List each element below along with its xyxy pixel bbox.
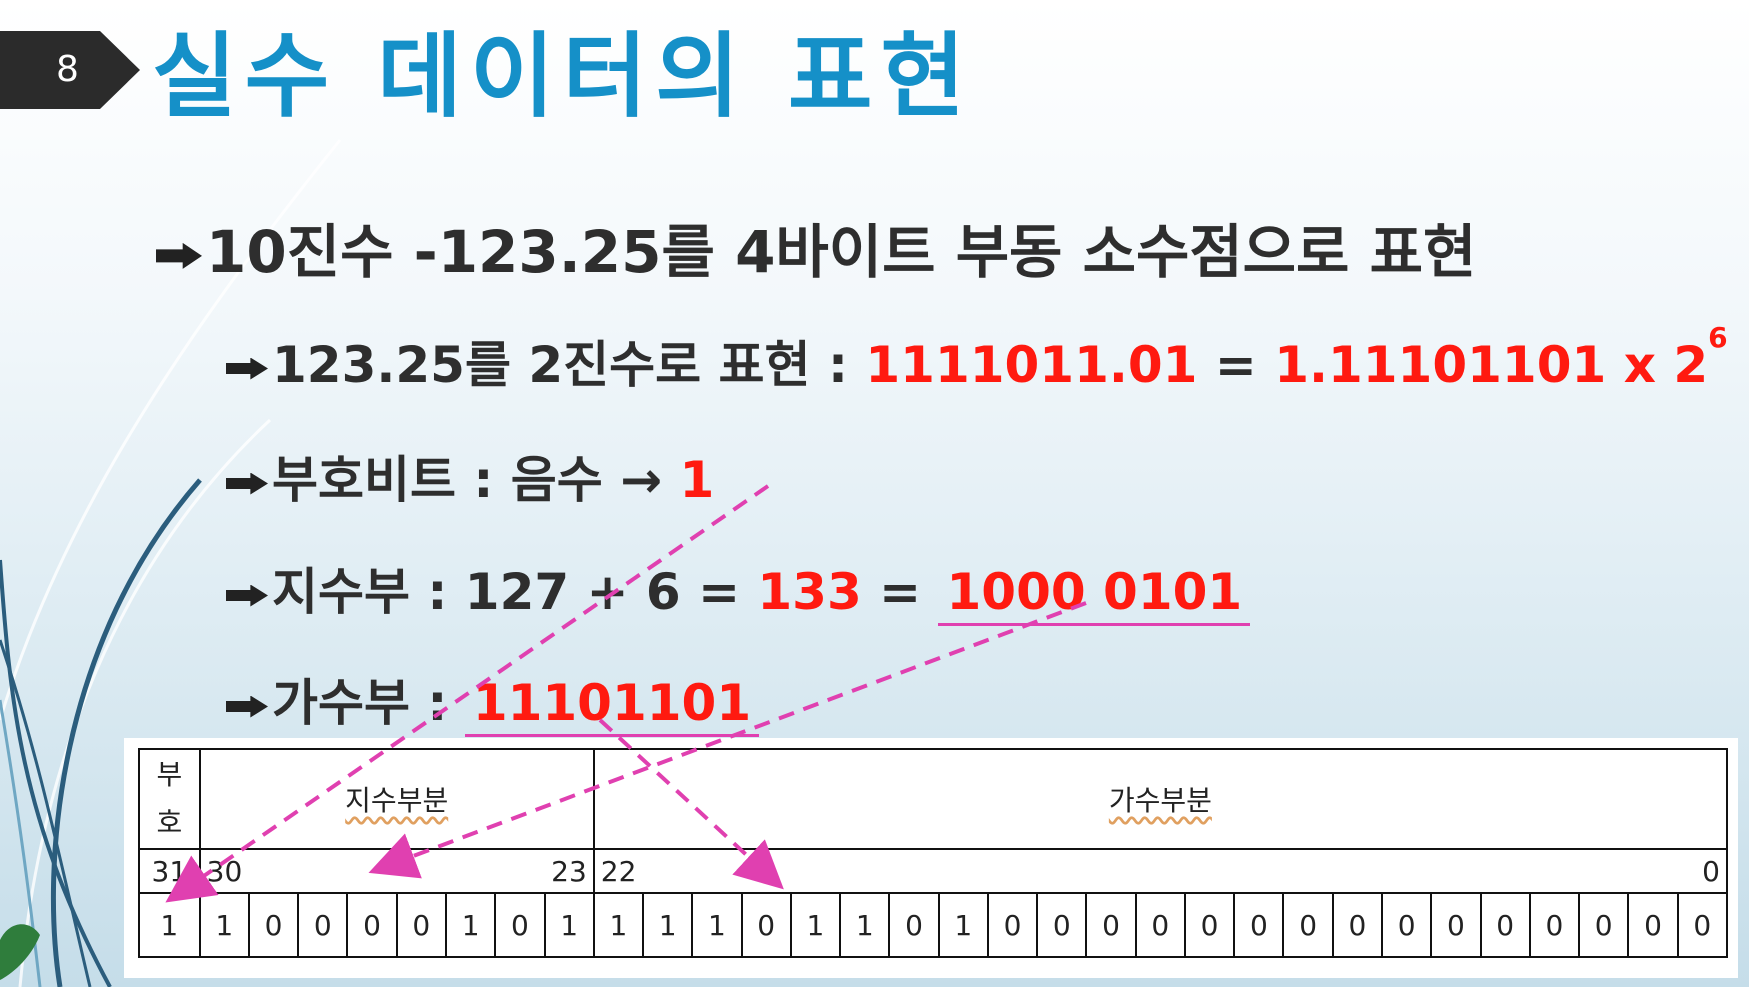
bit-cell: 0 xyxy=(1331,892,1384,958)
bullet-arrow-icon xyxy=(226,695,268,718)
bit-cell: 1 xyxy=(543,892,595,958)
sign-bit-prefix: 부호비트 : 음수 → xyxy=(272,451,680,509)
bit-cell: 0 xyxy=(1381,892,1433,958)
exponent-decimal: 133 xyxy=(757,563,862,621)
bit-cell: 0 xyxy=(1233,892,1285,958)
bit-cell: 0 xyxy=(1627,892,1679,958)
bullet-binary-representation: 123.25를 2진수로 표현 : 1111011.01 = 1.1110110… xyxy=(226,321,1728,397)
float-bit-table: 부호 지수부분 가수부분 31 30 23 22 0 1100001011110… xyxy=(138,748,1729,958)
exponent-binary: 1000 0101 xyxy=(938,563,1251,626)
sign-header: 부호 xyxy=(138,748,201,850)
bit-cell: 1 xyxy=(198,892,250,958)
bit-cell: 0 xyxy=(1479,892,1531,958)
mantissa-binary: 11101101 xyxy=(464,674,760,737)
bullet-mantissa: 가수부 : 11101101 xyxy=(226,663,760,737)
bit-cell: 1 xyxy=(937,892,989,958)
bit-cell: 0 xyxy=(1282,892,1334,958)
binary-value: 1111011.01 xyxy=(865,336,1198,394)
bullet-arrow-icon xyxy=(226,584,268,607)
bullet-arrow-icon xyxy=(156,242,202,269)
table-header-row: 부호 지수부분 가수부분 xyxy=(138,748,1729,850)
bullet-arrow-icon xyxy=(226,357,268,380)
equals-sign: = xyxy=(1197,336,1275,394)
sign-header-bottom: 호 xyxy=(156,806,183,839)
bit-cell: 0 xyxy=(1430,892,1482,958)
page-title: 실수 데이터의 표현 xyxy=(152,23,974,130)
bit-cell: 0 xyxy=(1134,892,1186,958)
normalized-value: 1.11101101 x 26 xyxy=(1274,321,1727,394)
sign-header-top: 부 xyxy=(156,758,183,791)
bit-cell: 1 xyxy=(789,892,842,958)
slide-number-badge: 8 xyxy=(0,31,140,109)
bit-cell: 0 xyxy=(1183,892,1236,958)
table-index-row: 31 30 23 22 0 xyxy=(138,848,1729,894)
bit-cell: 1 xyxy=(691,892,743,958)
bit-cell: 0 xyxy=(346,892,398,958)
bit-cell: 0 xyxy=(297,892,349,958)
bit-cell: 0 xyxy=(1578,892,1630,958)
index-31: 31 xyxy=(138,848,201,894)
bit-cell: 1 xyxy=(642,892,694,958)
exponent-header: 지수부분 xyxy=(198,748,595,850)
bullet-exponent: 지수부 : 127 + 6 = 133 = 1000 0101 xyxy=(226,552,1251,626)
index-22: 22 xyxy=(592,848,1185,894)
float-bit-table-container: 부호 지수부분 가수부분 31 30 23 22 0 1100001011110… xyxy=(124,738,1738,978)
mantissa-prefix: 가수부 : xyxy=(272,674,465,732)
exponent-prefix: 지수부 : 127 + 6 = xyxy=(272,563,758,621)
index-30: 30 xyxy=(198,848,397,894)
bit-cell: 0 xyxy=(986,892,1039,958)
sign-bit-value: 1 xyxy=(679,451,715,509)
bullet-main: 10진수 -123.25를 4바이트 부동 소수점으로 표현 xyxy=(156,205,1476,289)
bit-cell: 1 xyxy=(839,892,891,958)
index-0: 0 xyxy=(1184,848,1729,894)
bit-cell: 0 xyxy=(395,892,447,958)
bit-cell: 1 xyxy=(444,892,497,958)
bit-cell: 0 xyxy=(888,892,940,958)
bit-cell: 0 xyxy=(740,892,792,958)
normalized-mantissa: 1.11101101 x 2 xyxy=(1274,336,1709,394)
bit-cell: 0 xyxy=(494,892,546,958)
bit-cell: 0 xyxy=(1676,892,1729,958)
bit-cell: 0 xyxy=(1036,892,1088,958)
bullet-binary-prefix: 123.25를 2진수로 표현 : xyxy=(272,336,866,394)
equals-sign: = xyxy=(861,563,939,621)
normalized-exponent: 6 xyxy=(1708,321,1728,354)
bullet-arrow-icon xyxy=(226,472,268,495)
bit-cell: 1 xyxy=(592,892,645,958)
bit-cell: 0 xyxy=(1528,892,1581,958)
bullet-main-text: 10진수 -123.25를 4바이트 부동 소수점으로 표현 xyxy=(206,218,1477,286)
index-23: 23 xyxy=(396,848,595,894)
bullet-sign-bit: 부호비트 : 음수 → 1 xyxy=(226,440,714,512)
table-bits-row: 11000010111101101000000000000000 xyxy=(138,892,1729,958)
bit-cell: 0 xyxy=(247,892,300,958)
mantissa-header: 가수부분 xyxy=(592,748,1729,850)
bit-cell: 1 xyxy=(138,892,201,958)
bit-cell: 0 xyxy=(1085,892,1137,958)
